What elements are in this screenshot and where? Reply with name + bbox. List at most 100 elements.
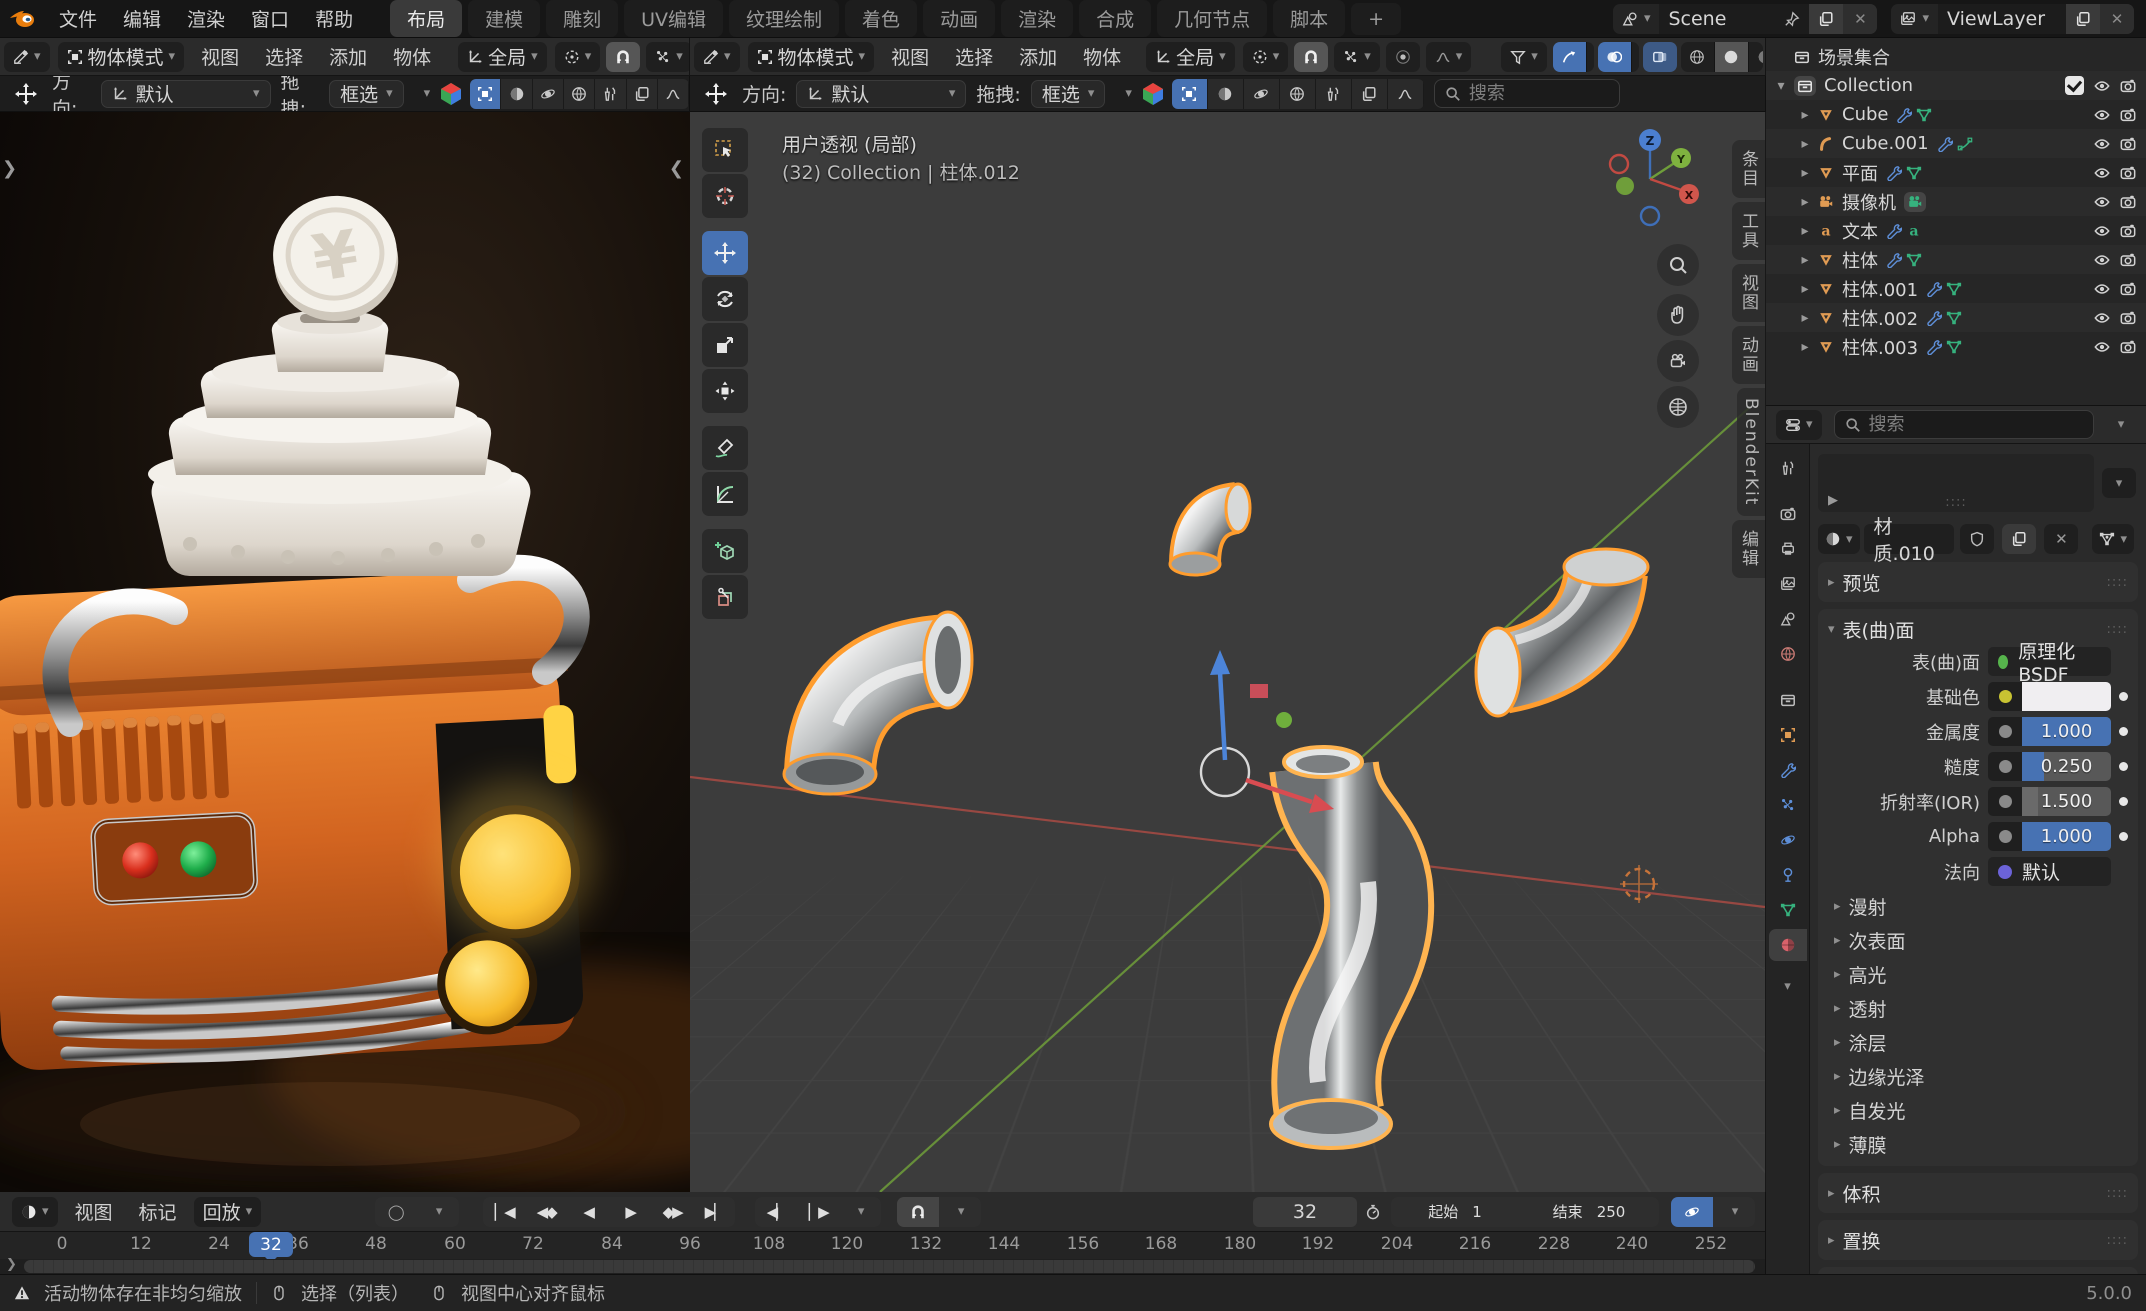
next-keyframe-button[interactable]: ◆▶ bbox=[651, 1197, 693, 1227]
ptab-object[interactable] bbox=[1769, 719, 1807, 751]
outliner-row-cylinder[interactable]: ▸ 柱体 bbox=[1766, 245, 2146, 274]
start-frame-field[interactable]: 起始1 bbox=[1391, 1197, 1519, 1227]
outliner-row-scene-collection[interactable]: 场景集合 bbox=[1766, 42, 2146, 71]
menu-edit[interactable]: 编辑 bbox=[110, 5, 174, 32]
snap-options[interactable]: ▾ bbox=[1334, 42, 1380, 72]
outliner-row-cylinder002[interactable]: ▸ 柱体.002 bbox=[1766, 303, 2146, 332]
overlays-dropdown[interactable]: ▾ bbox=[1632, 42, 1639, 72]
current-frame-field[interactable]: 32 bbox=[1253, 1197, 1357, 1227]
animate-dot[interactable] bbox=[2119, 727, 2128, 736]
outliner-row-cylinder001[interactable]: ▸ 柱体.001 bbox=[1766, 274, 2146, 303]
subpanel-emission[interactable]: ▸自发光 bbox=[1828, 1093, 2128, 1127]
tab-compositing[interactable]: 合成 bbox=[1079, 0, 1151, 37]
sidebar-tab-blenderkit[interactable]: BlenderKit bbox=[1737, 388, 1765, 516]
pin-icon[interactable] bbox=[1784, 11, 1800, 27]
camera-render-icon[interactable] bbox=[2120, 78, 2136, 94]
tab-geometry-nodes[interactable]: 几何节点 bbox=[1157, 0, 1267, 37]
tool-measure[interactable] bbox=[702, 472, 748, 516]
menu-view[interactable]: 视图 bbox=[878, 43, 942, 70]
camera-render-icon[interactable] bbox=[2120, 107, 2136, 123]
viewport-3d[interactable]: 用户透视 (局部) (32) Collection | 柱体.012 Z Y X… bbox=[690, 112, 1765, 1192]
expand-chevron[interactable]: ▾ bbox=[1125, 87, 1132, 100]
roughness-slider[interactable]: 0.250 bbox=[1988, 752, 2111, 781]
mi-globe-icon[interactable] bbox=[1280, 79, 1316, 109]
modifier-wrench-icon[interactable] bbox=[1937, 136, 1953, 152]
ortho-toggle-button[interactable] bbox=[1657, 386, 1699, 428]
base-color-swatch[interactable] bbox=[2022, 682, 2111, 711]
sidebar-tab-view[interactable]: 视图 bbox=[1732, 264, 1765, 322]
tool-scale[interactable] bbox=[702, 323, 748, 367]
ptab-scene[interactable] bbox=[1769, 603, 1807, 635]
new-material-button[interactable] bbox=[2002, 524, 2036, 554]
viewlayer-browse-button[interactable]: ▾ bbox=[1891, 4, 1938, 34]
tool-transform[interactable] bbox=[702, 369, 748, 413]
end-frame-field[interactable]: 结束250 bbox=[1519, 1197, 1659, 1227]
eye-icon[interactable] bbox=[2094, 223, 2110, 239]
editor-type-button[interactable]: ▾ bbox=[694, 42, 740, 72]
zoom-button[interactable] bbox=[1657, 244, 1699, 286]
eye-icon[interactable] bbox=[2094, 194, 2110, 210]
camera-render-icon[interactable] bbox=[2120, 194, 2136, 210]
camera-render-icon[interactable] bbox=[2120, 252, 2136, 268]
sidebar-tab-item[interactable]: 条目 bbox=[1732, 140, 1765, 198]
timeline-snap-toggle[interactable] bbox=[897, 1197, 939, 1227]
tab-layout[interactable]: 布局 bbox=[390, 0, 462, 37]
timeline-expand-chevron[interactable]: ❯ bbox=[6, 1257, 17, 1272]
tool-move[interactable] bbox=[702, 231, 748, 275]
timeline-editor-type-button[interactable]: ▾ bbox=[12, 1197, 58, 1227]
collapse-sidebar-chevron-left[interactable]: ❮ bbox=[669, 158, 684, 179]
properties-search-input[interactable] bbox=[1869, 414, 2019, 435]
modifier-wrench-icon[interactable] bbox=[1886, 252, 1902, 268]
snap-options-left[interactable]: ▾ bbox=[646, 42, 690, 72]
pipe-small[interactable] bbox=[1170, 484, 1250, 575]
scene-name-field[interactable]: Scene bbox=[1659, 4, 1809, 34]
displacement-panel[interactable]: ▸置换:::: bbox=[1818, 1220, 2138, 1260]
base-color-field[interactable] bbox=[1988, 682, 2111, 711]
properties-search[interactable] bbox=[1834, 410, 2094, 439]
timeline-snap-dropdown[interactable]: ▾ bbox=[939, 1197, 981, 1227]
menu-add-left[interactable]: 添加 bbox=[316, 43, 380, 70]
drag-dropdown[interactable]: 框选▾ bbox=[1031, 80, 1106, 108]
timeline-scrollbar[interactable]: ❯ bbox=[0, 1259, 1765, 1274]
curve-data-icon[interactable] bbox=[1957, 136, 1973, 152]
settings-panel[interactable]: ▸设置:::: bbox=[1818, 1267, 2138, 1274]
tab-sculpting[interactable]: 雕刻 bbox=[546, 0, 618, 37]
timeline-ruler[interactable]: 0 12 24 36 48 60 72 84 96 108 120 132 14… bbox=[0, 1232, 1765, 1258]
expand-arrow-icon[interactable]: ▸ bbox=[1796, 339, 1814, 355]
tab-texture-paint[interactable]: 纹理绘制 bbox=[729, 0, 839, 37]
play-reverse-button[interactable]: ◀ bbox=[567, 1197, 609, 1227]
eye-icon[interactable] bbox=[2094, 78, 2110, 94]
scene-unlink-button[interactable]: ✕ bbox=[1843, 4, 1877, 34]
gizmo-toggle[interactable] bbox=[1553, 42, 1587, 72]
frame-step-dropdown[interactable]: ▾ bbox=[839, 1197, 881, 1227]
editor-type-button-left[interactable]: ▾ bbox=[4, 42, 50, 72]
animate-dot[interactable] bbox=[2119, 692, 2128, 701]
mode-selector[interactable]: 物体模式▾ bbox=[748, 42, 875, 72]
sidebar-tab-tool[interactable]: 工具 bbox=[1732, 202, 1765, 260]
outliner-row-cylinder003[interactable]: ▸ 柱体.003 bbox=[1766, 332, 2146, 361]
timeline-menu-view[interactable]: 视图 bbox=[62, 1198, 126, 1225]
menu-add[interactable]: 添加 bbox=[1006, 43, 1070, 70]
ptab-render[interactable] bbox=[1769, 498, 1807, 530]
subpanel-transmission[interactable]: ▸透射 bbox=[1828, 991, 2128, 1025]
ptab-particles[interactable] bbox=[1769, 789, 1807, 821]
mi-sphere-icon[interactable] bbox=[501, 79, 532, 109]
playhead[interactable]: 32 bbox=[249, 1232, 293, 1257]
shading-wireframe-button[interactable] bbox=[1681, 42, 1715, 72]
subpanel-specular[interactable]: ▸高光 bbox=[1828, 957, 2128, 991]
eye-icon[interactable] bbox=[2094, 252, 2110, 268]
viewlayer-name-field[interactable]: ViewLayer bbox=[1938, 4, 2066, 34]
fr ame-back-button[interactable]: ◀▏ bbox=[755, 1197, 797, 1227]
record-autokey-button[interactable]: ◯ bbox=[375, 1197, 417, 1227]
modifier-wrench-icon[interactable] bbox=[1926, 281, 1942, 297]
scene-browse-button[interactable]: ▾ bbox=[1613, 4, 1660, 34]
tool-search-input[interactable] bbox=[1469, 83, 1609, 104]
proportional-edit-toggle[interactable] bbox=[1386, 42, 1420, 72]
ptab-material[interactable] bbox=[1769, 929, 1807, 961]
ptab-output[interactable] bbox=[1769, 533, 1807, 565]
modifier-wrench-icon[interactable] bbox=[1886, 165, 1902, 181]
orientation-selector[interactable]: 全局▾ bbox=[1146, 42, 1235, 72]
mi-copy-icon[interactable] bbox=[627, 79, 658, 109]
mi-curve-icon[interactable] bbox=[1388, 79, 1424, 109]
eye-icon[interactable] bbox=[2094, 136, 2110, 152]
